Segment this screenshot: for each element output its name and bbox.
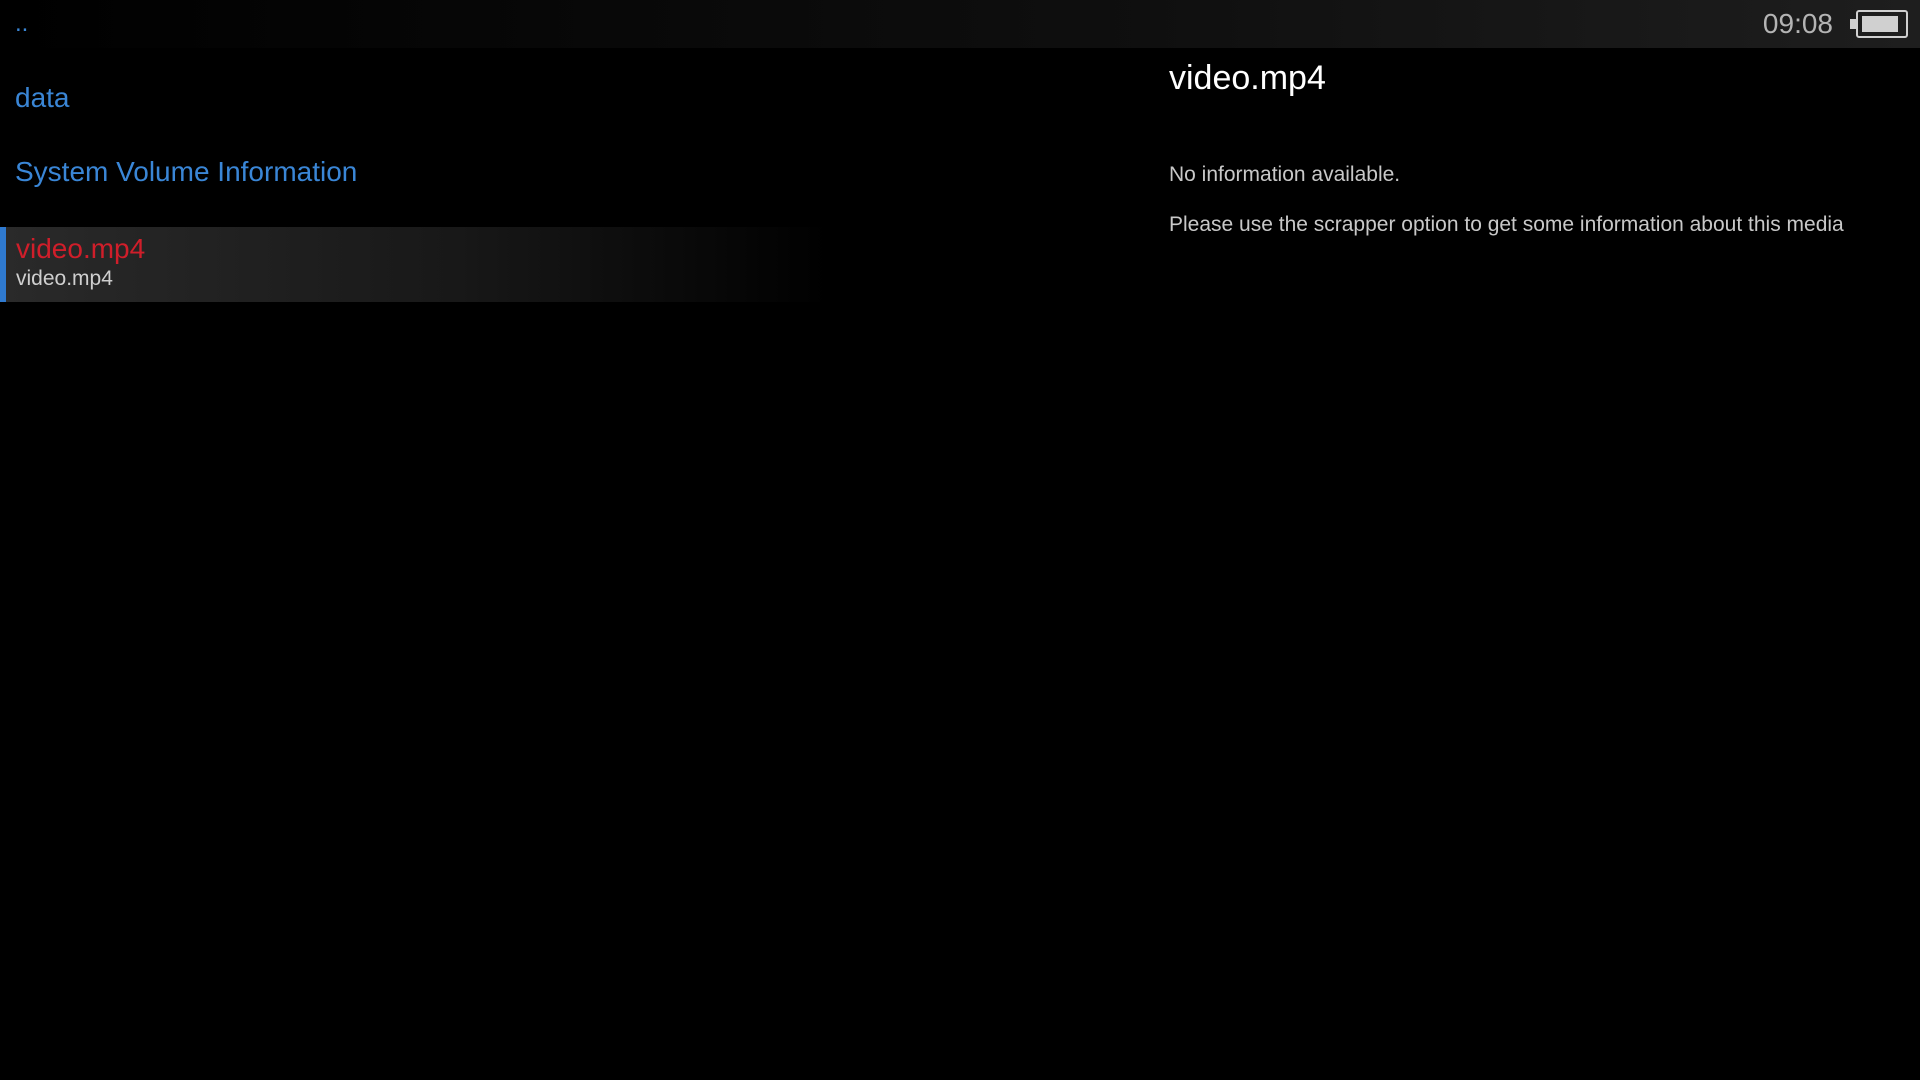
folder-label: System Volume Information (15, 156, 358, 187)
battery-body (1856, 10, 1908, 38)
list-item-folder-data[interactable]: data (0, 68, 830, 128)
list-item-selected-file[interactable]: video.mp4 video.mp4 (0, 227, 830, 302)
no-info-message: No information available. (1169, 163, 1401, 186)
battery-icon (1850, 10, 1908, 38)
media-title: video.mp4 (1169, 59, 1326, 97)
selection-indicator (0, 227, 6, 302)
list-item-folder-system-volume-information[interactable]: System Volume Information (0, 142, 830, 202)
scraper-hint: Please use the scrapper option to get so… (1169, 213, 1844, 236)
parent-directory-link[interactable]: .. (15, 6, 28, 42)
status-bar: .. 09:08 (0, 0, 1920, 48)
battery-level-fill (1862, 16, 1898, 32)
folder-label: data (15, 82, 70, 113)
selected-file-title: video.mp4 (16, 233, 146, 264)
selected-file-subtitle: video.mp4 (16, 267, 113, 290)
clock: 09:08 (1762, 8, 1833, 39)
